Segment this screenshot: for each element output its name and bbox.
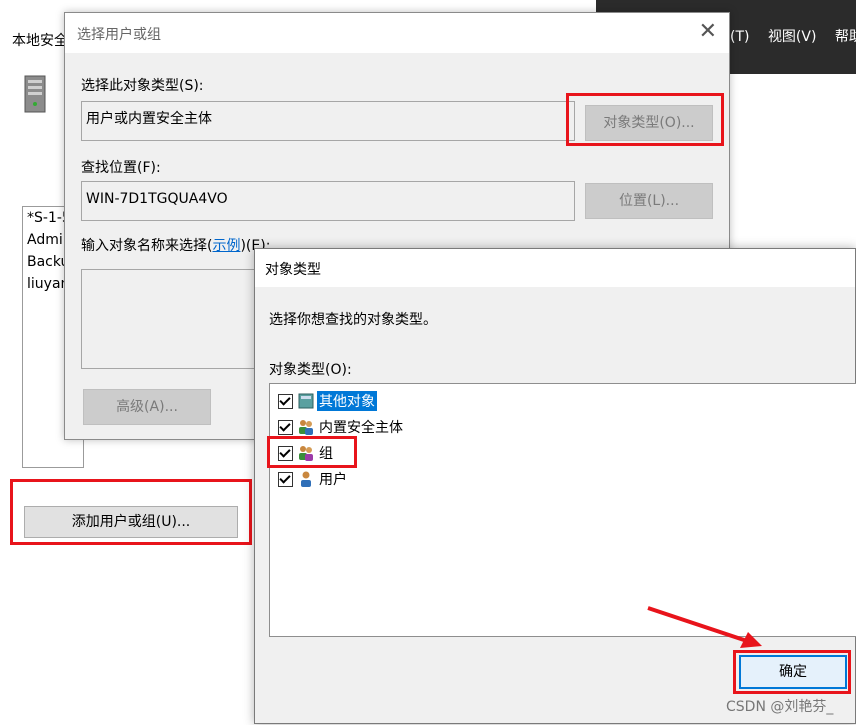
list-item-groups[interactable]: 组 [278, 442, 335, 464]
location-field: WIN-7D1TGQUA4VO [81, 181, 575, 221]
locations-button[interactable]: 位置(L)... [585, 183, 713, 219]
other-objects-icon [298, 393, 314, 409]
description-text: 选择你想查找的对象类型。 [269, 312, 437, 328]
dialog-title: 选择用户或组 [77, 27, 161, 43]
add-user-or-group-button[interactable]: 添加用户或组(U)... [24, 506, 238, 538]
server-icon [24, 75, 46, 113]
list-item-users[interactable]: 用户 [278, 468, 349, 490]
background-app-body [727, 74, 856, 254]
item-label: 内置安全主体 [319, 420, 403, 436]
object-type-field: 用户或内置安全主体 [81, 101, 575, 141]
names-label-prefix: 输入对象名称来选择( [81, 238, 213, 254]
dialog-titlebar: 对象类型 [255, 249, 855, 287]
window-title: 本地安全 [12, 33, 68, 49]
dialog-titlebar: 选择用户或组 ✕ [65, 13, 729, 53]
checkbox-checked[interactable] [278, 419, 293, 435]
menu-item-view[interactable]: 视图(V) [768, 29, 817, 45]
watermark: CSDN @刘艳芬_ [726, 699, 834, 715]
list-item-other-objects[interactable]: 其他对象 [278, 390, 377, 412]
advanced-button[interactable]: 高级(A)... [83, 389, 211, 425]
menu-item-help[interactable]: 帮助 [835, 29, 856, 45]
object-types-list-label: 对象类型(O): [269, 362, 352, 378]
checkbox-checked[interactable] [278, 445, 293, 461]
background-app-menu: (T) 视图(V) 帮助 [730, 26, 856, 46]
object-types-dialog: 对象类型 选择你想查找的对象类型。 对象类型(O): 其他对象 内置安全主体 组… [254, 248, 856, 724]
red-arrow-icon [647, 606, 762, 648]
list-item-security-principals[interactable]: 内置安全主体 [278, 416, 405, 438]
object-types-button[interactable]: 对象类型(O)... [585, 105, 713, 141]
dialog-title: 对象类型 [265, 262, 321, 278]
object-type-label: 选择此对象类型(S): [81, 78, 204, 94]
menu-item-tools[interactable]: (T) [730, 29, 749, 45]
user-icon [301, 471, 311, 487]
item-label: 用户 [319, 472, 347, 488]
checkbox-checked[interactable] [278, 393, 293, 409]
security-principal-icon [299, 420, 313, 435]
location-label: 查找位置(F): [81, 160, 161, 176]
ok-button[interactable]: 确定 [739, 655, 847, 689]
checkbox-checked[interactable] [278, 471, 293, 487]
examples-link[interactable]: 示例 [212, 238, 240, 254]
close-icon[interactable]: ✕ [699, 19, 717, 44]
item-label: 其他对象 [317, 391, 377, 411]
item-label: 组 [319, 446, 333, 462]
object-names-label: 输入对象名称来选择(示例)(E): [81, 235, 270, 255]
object-names-input[interactable] [81, 269, 257, 369]
object-types-list: 其他对象 内置安全主体 组 用户 [269, 383, 856, 637]
group-icon [299, 446, 313, 461]
